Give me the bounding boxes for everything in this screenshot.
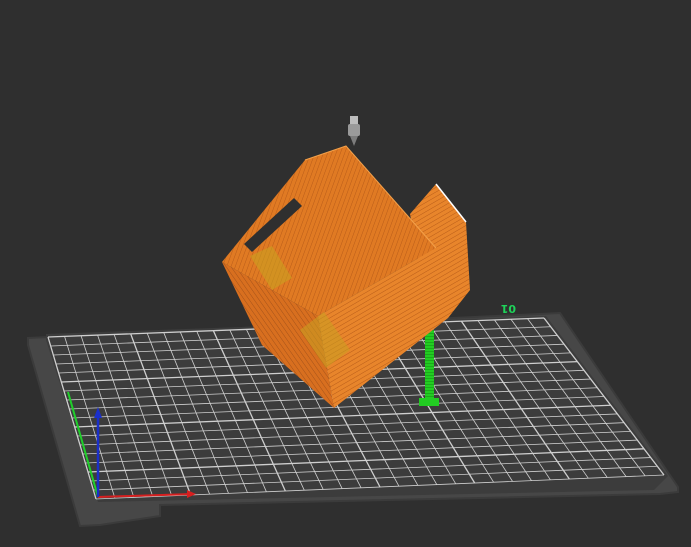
scene[interactable]: 01: [0, 0, 691, 547]
3d-print-preview-viewport[interactable]: 01: [0, 0, 691, 547]
bed-label: 01: [501, 302, 516, 315]
extruder-nozzle-icon: [348, 116, 360, 146]
support-base: [419, 398, 439, 406]
support-pillar-lower: [425, 330, 434, 402]
